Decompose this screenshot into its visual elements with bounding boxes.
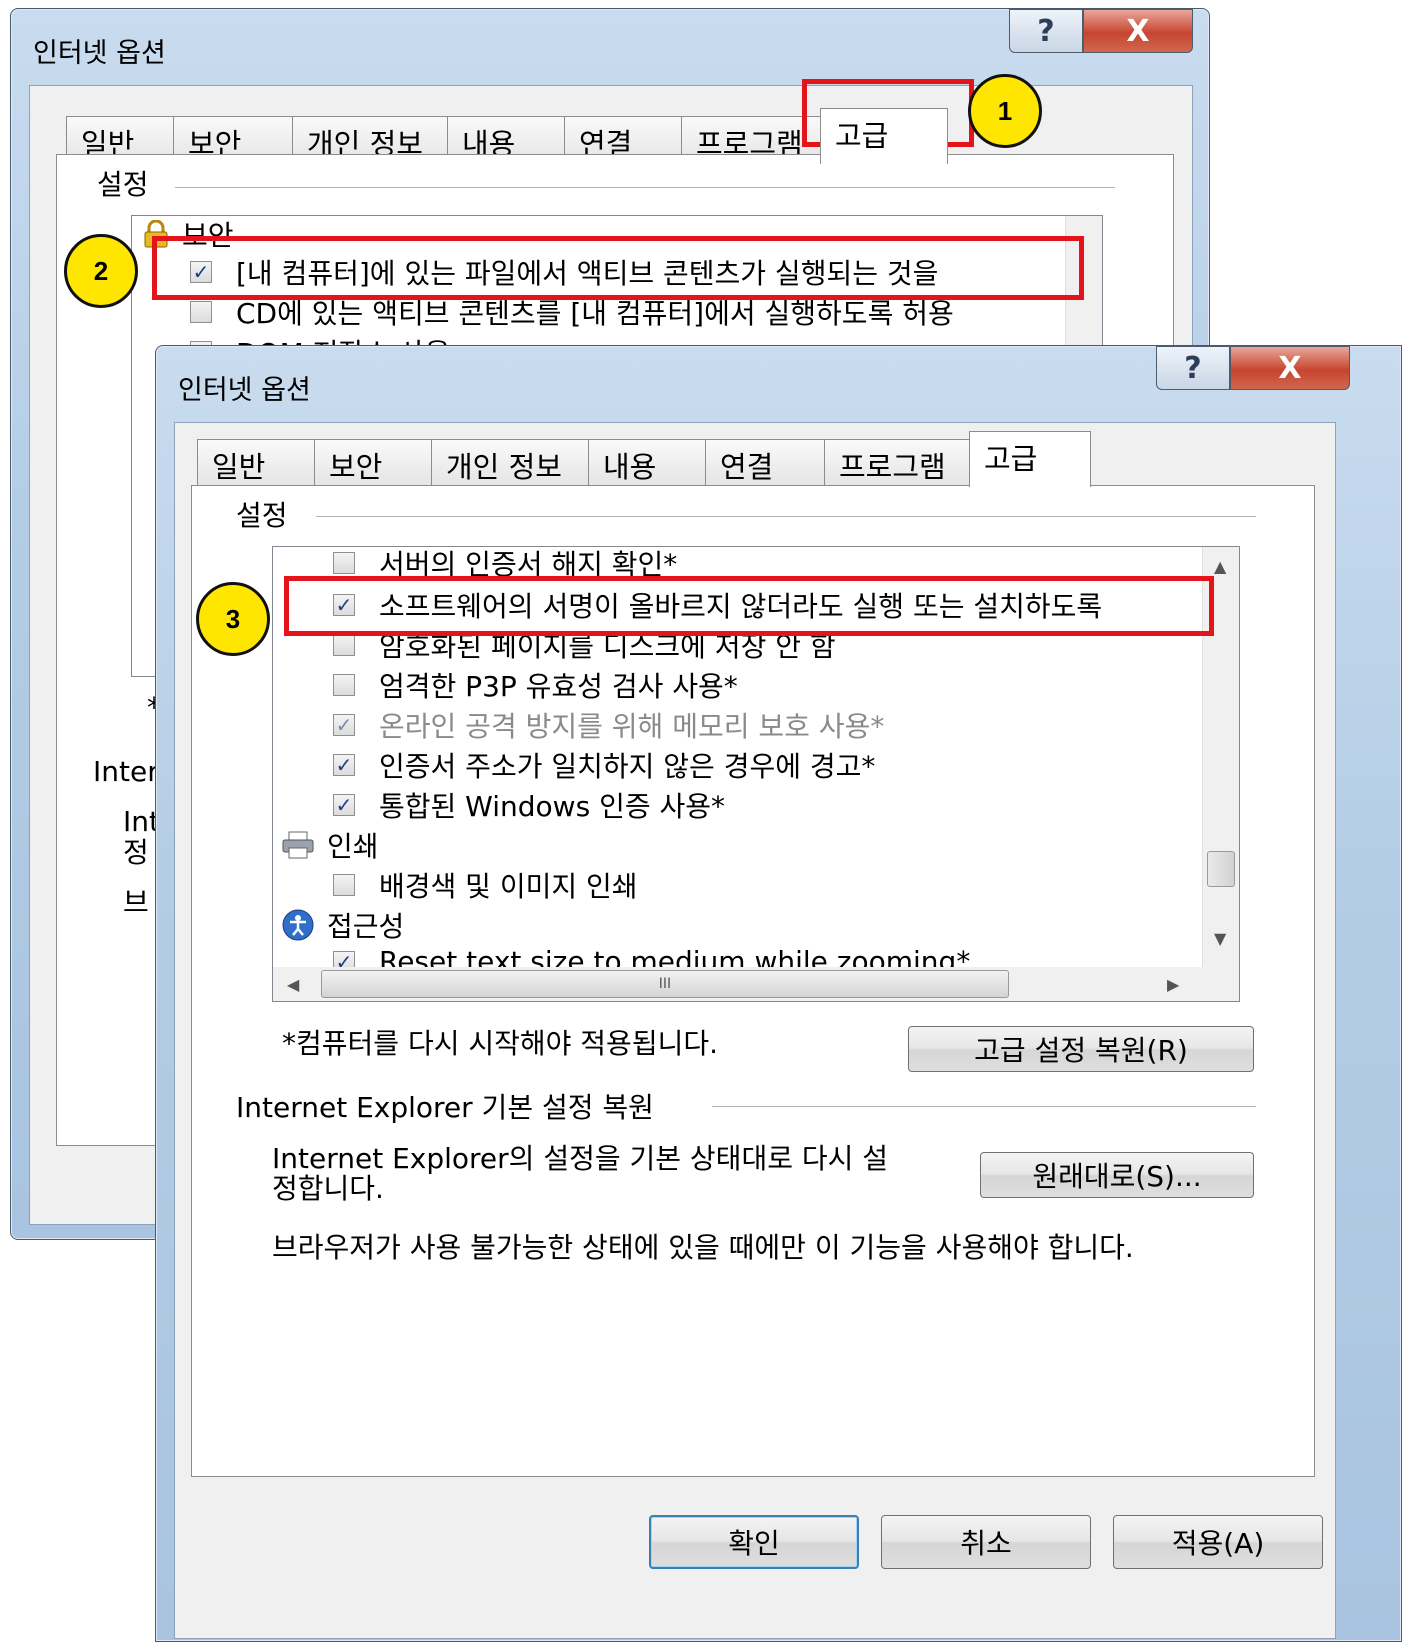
list-item-label: 통합된 Windows 인증 사용* (379, 790, 726, 823)
front-dialog-title: 인터넷 옵션 (178, 375, 311, 406)
list-item-label: 인쇄 (327, 830, 379, 863)
front-dialog-window: 인터넷 옵션 ? X 일반 보안 개인 정보 내용 연결 프로그램 고급 설정 … (155, 345, 1402, 1642)
checkbox-icon[interactable] (190, 301, 212, 323)
reset-description-line2: 정합니다. (272, 1172, 384, 1205)
ok-button[interactable]: 확인 (649, 1515, 859, 1569)
highlight-invalid-signature-option (284, 576, 1214, 636)
reset-group-label: Internet Explorer 기본 설정 복원 (236, 1091, 654, 1124)
settings-divider (316, 516, 1256, 517)
reset-group-divider (712, 1106, 1256, 1107)
list-category-accessibility: 접근성 (281, 905, 404, 945)
accessibility-icon (281, 908, 315, 942)
tab-privacy[interactable]: 개인 정보 (431, 439, 589, 487)
checkbox-checked-icon[interactable]: ✓ (333, 753, 355, 777)
back-dialog-title: 인터넷 옵션 (33, 38, 166, 69)
front-close-button[interactable]: X (1230, 346, 1350, 390)
checkbox-icon[interactable] (333, 874, 355, 896)
step-badge-3: 3 (196, 582, 270, 656)
back-settings-label: 설정 (97, 168, 149, 201)
tab-general[interactable]: 일반 (197, 439, 315, 487)
reset-warning: 브라우저가 사용 불가능한 상태에 있을 때에만 이 기능을 사용해야 합니다. (272, 1231, 1134, 1264)
reset-description-line1: Internet Explorer의 설정을 기본 상태대로 다시 설 (272, 1142, 889, 1175)
list-item-print-background[interactable]: 배경색 및 이미지 인쇄 (333, 865, 638, 905)
scroll-up-arrow-icon[interactable]: ▲ (1214, 557, 1226, 576)
list-item-label: 배경색 및 이미지 인쇄 (379, 870, 638, 903)
checkbox-icon[interactable] (333, 674, 355, 696)
highlight-active-content-option (152, 236, 1084, 300)
back-fragment-beu: 브 (123, 886, 149, 919)
restore-advanced-settings-button[interactable]: 고급 설정 복원(R) (908, 1026, 1254, 1072)
back-tab-advanced[interactable]: 고급 (820, 108, 948, 164)
list-item-label: 인증서 주소가 일치하지 않은 경우에 경고* (379, 750, 876, 783)
list-item-memory-protection: ✓ 온라인 공격 방지를 위해 메모리 보호 사용* (333, 705, 884, 745)
checkbox-checked-icon[interactable]: ✓ (333, 793, 355, 817)
cancel-button[interactable]: 취소 (881, 1515, 1091, 1569)
vscroll-thumb[interactable] (1207, 851, 1235, 887)
reset-button[interactable]: 원래대로(S)... (980, 1152, 1254, 1198)
back-fragment-internet: Inter (93, 755, 159, 788)
list-item-integrated-windows-auth[interactable]: ✓ 통합된 Windows 인증 사용* (333, 785, 725, 825)
tab-security[interactable]: 보안 (314, 439, 432, 487)
front-tab-bar: 일반 보안 개인 정보 내용 연결 프로그램 고급 (197, 431, 1091, 487)
back-settings-divider (175, 187, 1115, 188)
tab-programs[interactable]: 프로그램 (824, 439, 970, 487)
list-item-cert-mismatch[interactable]: ✓ 인증서 주소가 일치하지 않은 경우에 경고* (333, 745, 875, 785)
settings-group-label: 설정 (236, 499, 288, 532)
checkbox-icon[interactable] (333, 552, 355, 574)
list-item-strict-p3p[interactable]: 엄격한 P3P 유효성 검사 사용* (333, 665, 738, 705)
scroll-right-arrow-icon[interactable]: ▶ (1167, 975, 1179, 994)
checkbox-checked-icon: ✓ (333, 713, 355, 737)
front-help-button[interactable]: ? (1156, 346, 1230, 390)
list-item-label: 온라인 공격 방지를 위해 메모리 보호 사용* (379, 710, 885, 743)
step-badge-1: 1 (968, 74, 1042, 148)
checkbox-icon[interactable] (333, 634, 355, 656)
tab-connections[interactable]: 연결 (705, 439, 825, 487)
step-badge-2: 2 (64, 234, 138, 308)
scroll-left-arrow-icon[interactable]: ◀ (287, 975, 299, 994)
printer-icon (281, 830, 315, 860)
list-item-label: 접근성 (327, 910, 405, 943)
back-close-button[interactable]: X (1083, 9, 1193, 53)
apply-button[interactable]: 적용(A) (1113, 1515, 1323, 1569)
list-hscrollbar[interactable]: ◀ III ▶ (273, 967, 1239, 1001)
tab-advanced[interactable]: 고급 (969, 431, 1091, 487)
restart-note: *컴퓨터를 다시 시작해야 적용됩니다. (282, 1027, 719, 1060)
back-fragment-jeong: 정 (123, 836, 149, 869)
scroll-down-arrow-icon[interactable]: ▼ (1214, 929, 1226, 948)
list-category-printing: 인쇄 (281, 825, 379, 865)
tab-content[interactable]: 내용 (588, 439, 706, 487)
hscroll-thumb[interactable]: III (321, 970, 1009, 998)
hscroll-grip: III (658, 976, 672, 992)
list-item-label: 엄격한 P3P 유효성 검사 사용* (379, 670, 738, 703)
back-help-button[interactable]: ? (1009, 9, 1083, 53)
